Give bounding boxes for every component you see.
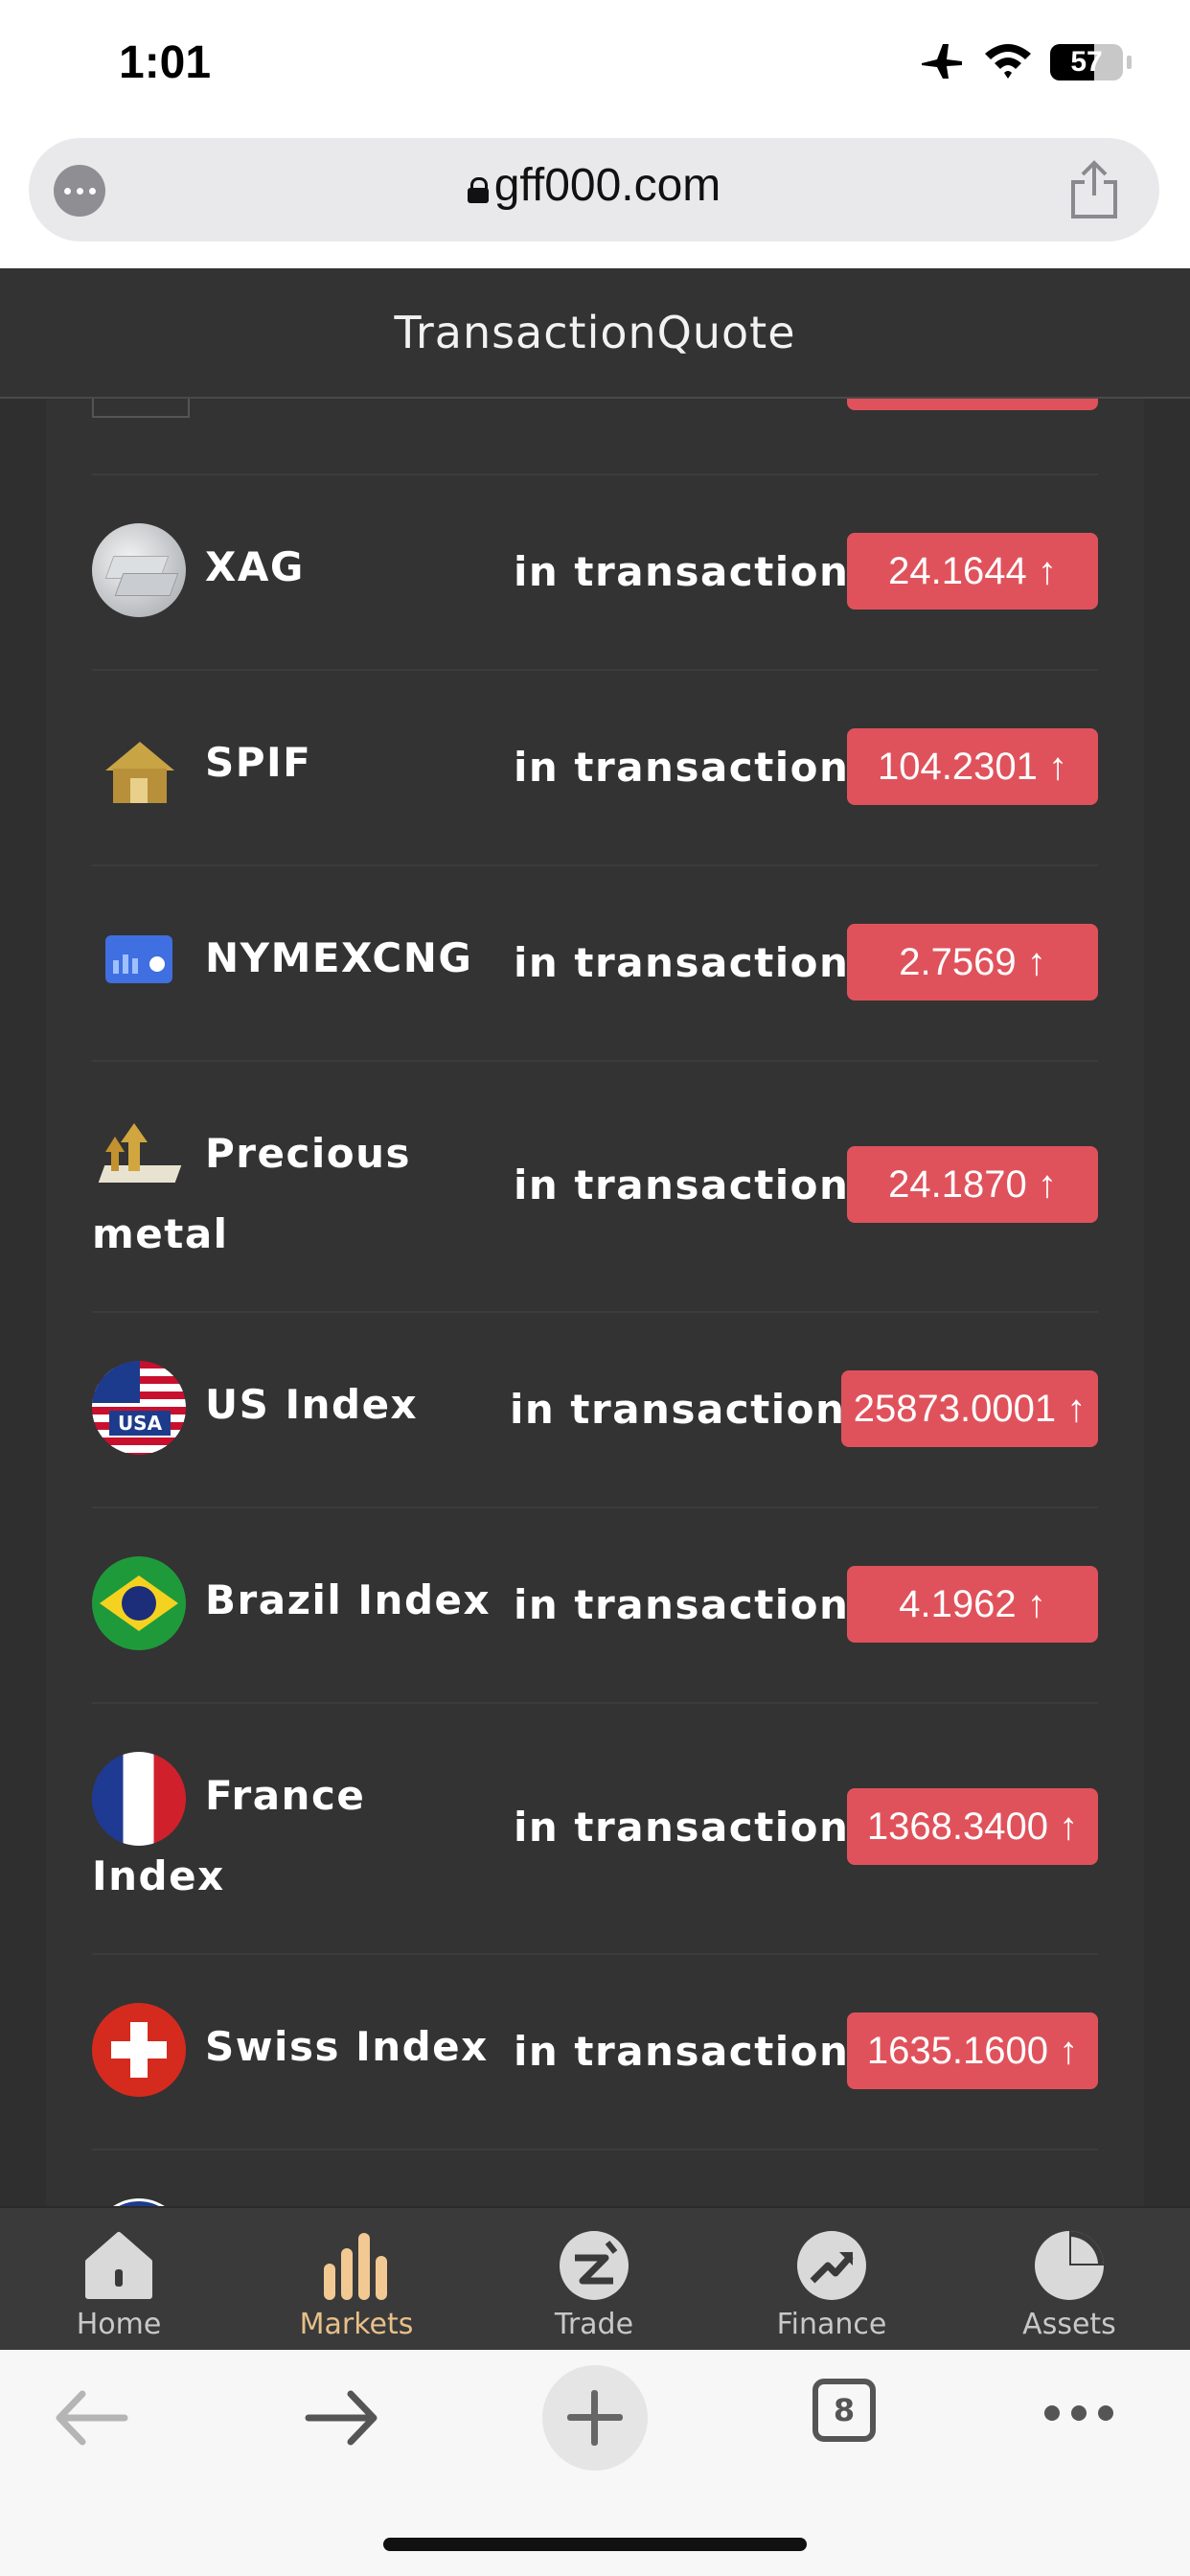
price-value: 1368.3400 [866,1806,1048,1848]
quote-row-spif[interactable]: SPIF in transaction 104.2301 ↑ [92,669,1098,866]
tab-label: Finance [776,2308,887,2341]
tabs-button[interactable]: 8 [812,2379,876,2442]
instrument-status: in transaction [514,1581,850,1628]
price-badge[interactable]: 104.2301 ↑ [847,728,1098,805]
quote-row-nymexcng[interactable]: NYMEXCNG in transaction 2.7569 ↑ [92,864,1098,1062]
quote-row-us-index[interactable]: USA US Index in transaction 25873.0001 ↑ [92,1311,1098,1508]
uk-flag-icon [92,2198,186,2206]
quote-row-precious-metal[interactable]: Precious metal in transaction 24.1870 ↑ [92,1060,1098,1313]
up-arrow-icon: ↑ [1066,1388,1087,1430]
address-bar[interactable]: gff000.com [29,138,1159,242]
price-badge[interactable]: 1635.1600 ↑ [847,2012,1098,2089]
tab-finance[interactable]: Finance [713,2208,950,2352]
gold-house-icon [92,719,186,813]
quote-row-partial[interactable] [92,397,1098,475]
finance-icon [797,2231,866,2300]
page-header: TransactionQuote [0,268,1190,399]
price-badge-partial [847,397,1098,410]
up-arrow-icon: ↑ [1047,746,1067,788]
tab-label: Home [76,2308,162,2341]
tab-trade[interactable]: Trade [475,2208,713,2352]
up-arrow-icon: ↑ [1026,941,1046,983]
tab-label: Assets [1022,2308,1116,2341]
usa-flag-icon: USA [92,1361,186,1455]
web-page: TransactionQuote XAG in transaction 24.1… [0,268,1190,2206]
quote-list-container[interactable]: XAG in transaction 24.1644 ↑ SPIF in tra… [46,397,1144,2206]
url-display[interactable]: gff000.com [29,159,1159,212]
up-arrow-icon: ↑ [1037,550,1057,592]
price-badge[interactable]: 2.7569 ↑ [847,924,1098,1000]
airplane-icon [922,44,962,79]
quote-row-france-index[interactable]: France Index in transaction 1368.3400 ↑ [92,1702,1098,1955]
instrument-status: in transaction [514,939,850,986]
instrument-name: Precious metal [92,1130,412,1257]
tab-home[interactable]: Home [0,2208,238,2352]
tab-label: Markets [299,2308,414,2341]
quote-row-brazil-index[interactable]: Brazil Index in transaction 4.1962 ↑ [92,1506,1098,1704]
instrument-status: in transaction [514,744,850,791]
page-title: TransactionQuote [394,307,796,358]
blue-screen-icon [92,914,186,1008]
forward-arrow-icon[interactable] [289,2365,395,2471]
instrument-status: in transaction [514,1804,850,1851]
up-arrow-icon: ↑ [1059,1806,1079,1848]
up-arrow-icon: ↑ [1026,1583,1046,1625]
price-badge[interactable]: 1368.3400 ↑ [847,1788,1098,1865]
status-bar: 1:01 57 [0,0,1190,134]
brazil-flag-icon [92,1556,186,1650]
price-badge[interactable]: 25873.0001 ↑ [841,1370,1098,1447]
assets-icon [1035,2231,1104,2300]
instrument-status: in transaction [514,548,850,595]
quote-row-xag[interactable]: XAG in transaction 24.1644 ↑ [92,473,1098,671]
quote-row-swiss-index[interactable]: Swiss Index in transaction 1635.1600 ↑ [92,1953,1098,2150]
instrument-status: in transaction [514,2028,850,2075]
price-badge[interactable]: 24.1644 ↑ [847,533,1098,610]
price-value: 24.1870 [888,1163,1027,1206]
tab-assets[interactable]: Assets [950,2208,1188,2352]
more-menu-icon[interactable] [1042,2404,1115,2423]
instrument-status: in transaction [510,1386,846,1433]
price-value: 4.1962 [899,1583,1017,1625]
tabs-count: 8 [833,2392,856,2428]
price-value: 104.2301 [878,746,1038,788]
row-icon-partial [92,397,190,418]
instrument-status: in transaction [514,1162,850,1208]
home-indicator [383,2538,807,2551]
price-value: 24.1644 [888,550,1027,592]
tab-markets[interactable]: Markets [238,2208,475,2352]
trade-icon [560,2231,629,2300]
back-arrow-icon[interactable] [38,2365,144,2471]
price-value: 1635.1600 [866,2030,1048,2072]
lock-icon [467,177,489,203]
markets-icon [324,2233,387,2300]
home-icon [85,2232,152,2299]
battery-level: 57 [1070,46,1103,78]
app-tab-bar: Home Markets Trade Finance Assets [0,2206,1190,2352]
price-badge[interactable]: 4.1962 ↑ [847,1566,1098,1643]
price-badge[interactable]: 24.1870 ↑ [847,1146,1098,1223]
swiss-flag-icon [92,2003,186,2097]
new-tab-button[interactable] [542,2365,648,2471]
silver-bars-icon [92,523,186,617]
up-arrow-icon: ↑ [1037,1163,1057,1206]
tab-label: Trade [554,2308,634,2341]
battery-icon: 57 [1050,44,1123,80]
wifi-icon [985,44,1031,79]
instrument-name: France Index [92,1772,366,1899]
url-text: gff000.com [493,160,721,211]
up-arrow-icon: ↑ [1059,2030,1079,2072]
price-value: 25873.0001 [853,1388,1057,1430]
status-time: 1:01 [119,37,212,88]
share-icon[interactable] [1067,159,1121,220]
quote-row-partial-bottom[interactable] [92,2149,1098,2206]
price-value: 2.7569 [899,941,1017,983]
